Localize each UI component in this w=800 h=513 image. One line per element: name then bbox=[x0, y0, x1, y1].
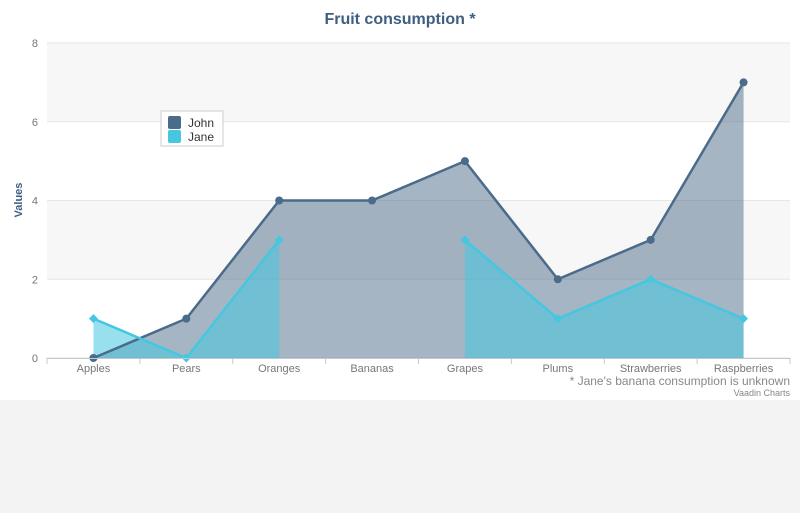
plot-band bbox=[47, 43, 790, 122]
x-tick-label: Apples bbox=[77, 363, 111, 375]
point-john bbox=[460, 157, 469, 166]
legend-label-jane[interactable]: Jane bbox=[188, 130, 214, 144]
legend[interactable]: John Jane bbox=[160, 110, 224, 147]
x-tick-label: Oranges bbox=[258, 363, 301, 375]
chart-panel: Fruit consumption * 0 2 4 6 8 Values Apples P… bbox=[0, 0, 800, 400]
legend-swatch-jane bbox=[168, 130, 181, 143]
y-tick-label: 8 bbox=[32, 38, 38, 50]
point-john bbox=[275, 196, 284, 205]
chart-title: Fruit consumption * bbox=[324, 11, 476, 28]
x-tick-label: Pears bbox=[172, 363, 201, 375]
point-john bbox=[553, 275, 562, 284]
x-tick-label: Bananas bbox=[350, 363, 394, 375]
legend-label-john[interactable]: John bbox=[188, 116, 214, 130]
point-john bbox=[182, 314, 191, 323]
y-tick-label: 4 bbox=[32, 196, 38, 208]
legend-swatch-john bbox=[168, 116, 181, 129]
point-john bbox=[646, 235, 655, 244]
y-tick-label: 2 bbox=[32, 274, 38, 286]
y-axis-title: Values bbox=[13, 183, 25, 218]
y-axis-ticks: 0 2 4 6 8 bbox=[32, 38, 38, 365]
area-chart: Fruit consumption * 0 2 4 6 8 Values Apples P… bbox=[13, 11, 791, 398]
footnote: * Jane's banana consumption is unknown bbox=[570, 374, 790, 388]
point-john bbox=[739, 78, 748, 87]
y-tick-label: 6 bbox=[32, 117, 38, 129]
y-tick-label: 0 bbox=[32, 353, 38, 365]
x-tick-label: Grapes bbox=[447, 363, 484, 375]
credits-link[interactable]: Vaadin Charts bbox=[734, 388, 791, 398]
point-john bbox=[368, 196, 377, 205]
